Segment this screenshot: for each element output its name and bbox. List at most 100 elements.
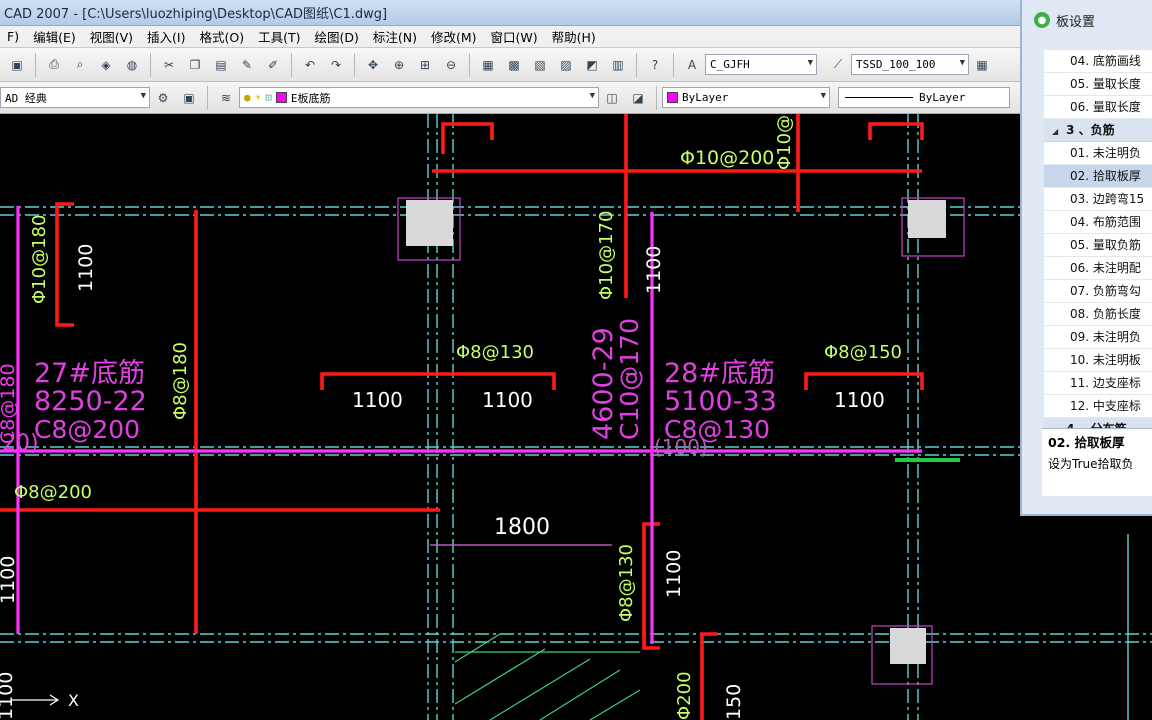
toolbar-separator <box>207 85 208 110</box>
tree-group[interactable]: ◢ 3 、负筋 <box>1044 119 1152 142</box>
paste-icon[interactable]: ▤ <box>210 54 232 76</box>
drawing-canvas[interactable]: Φ10@200 Φ10@ Φ10@180 1100 C8@180 Φ8@180 … <box>0 114 1152 720</box>
menu-draw[interactable]: 绘图(D) <box>307 27 365 46</box>
tree-item[interactable]: 06. 未注明配 <box>1044 257 1152 280</box>
tree-item[interactable]: 05. 量取负筋 <box>1044 234 1152 257</box>
save-icon[interactable]: ▣ <box>6 54 28 76</box>
layer-previous-icon[interactable]: ◪ <box>627 87 649 109</box>
customize-icon[interactable]: ▣ <box>178 87 200 109</box>
tree-item[interactable]: 02. 拾取板厚 <box>1044 165 1152 188</box>
rebar-label: Φ8@130 <box>616 544 637 622</box>
panel-title-bar: ● 板设置 <box>1022 0 1152 40</box>
layers-toolbar: AD 经典 ▼ ⚙ ▣ ≋ ● ☀ ⊡ E板底筋 ▼ ◫ ◪ ByLayer ▼… <box>0 82 1020 114</box>
column <box>890 628 926 664</box>
tree-item[interactable]: 05. 量取长度 <box>1044 73 1152 96</box>
color-swatch <box>667 92 678 103</box>
table-style-icon[interactable]: ▦ <box>971 54 993 76</box>
cad-drawing[interactable]: Φ10@200 Φ10@ Φ10@180 1100 C8@180 Φ8@180 … <box>0 114 1152 720</box>
print-preview-icon[interactable]: ⌕ <box>69 54 91 76</box>
menu-insert[interactable]: 插入(I) <box>140 27 192 46</box>
menu-window[interactable]: 窗口(W) <box>484 27 545 46</box>
slab-label: 8250-22 <box>34 386 147 417</box>
dimension-label: 1100 <box>0 556 19 604</box>
cut-icon[interactable]: ✂ <box>158 54 180 76</box>
dimension-label: 1100 <box>643 246 665 294</box>
color-value: ByLayer <box>682 91 729 104</box>
tree-item[interactable]: 01. 未注明负 <box>1044 142 1152 165</box>
dimension-label: 1100 <box>482 388 533 412</box>
tree-item[interactable]: 10. 未注明板 <box>1044 349 1152 372</box>
calculator-icon[interactable]: ▥ <box>607 54 629 76</box>
chevron-down-icon[interactable]: ▼ <box>590 91 595 101</box>
brush-icon[interactable]: ✐ <box>262 54 284 76</box>
panel-title: 板设置 <box>1056 14 1096 30</box>
menu-edit[interactable]: 编辑(E) <box>26 27 83 46</box>
markup-icon[interactable]: ◩ <box>581 54 603 76</box>
rebar-label: Φ8@200 <box>14 482 92 503</box>
chevron-down-icon[interactable]: ▼ <box>141 91 146 101</box>
menu-help[interactable]: 帮助(H) <box>545 27 603 46</box>
tree-item[interactable]: 04. 底筋画线 <box>1044 50 1152 73</box>
print-icon[interactable]: ⎙ <box>43 54 65 76</box>
linetype-value: ByLayer <box>919 91 966 104</box>
column <box>908 200 946 238</box>
design-center-icon[interactable]: ▩ <box>503 54 525 76</box>
menu-view[interactable]: 视图(V) <box>83 27 140 46</box>
slab-label: 28#底筋 <box>664 358 775 389</box>
toolbar-separator <box>673 52 674 77</box>
workspace-settings-icon[interactable]: ⚙ <box>152 87 174 109</box>
tree-item[interactable]: 08. 负筋长度 <box>1044 303 1152 326</box>
collapse-triangle-icon[interactable]: ◢ <box>1052 127 1058 136</box>
pan-icon[interactable]: ✥ <box>362 54 384 76</box>
color-combo[interactable]: ByLayer ▼ <box>662 87 830 108</box>
dim-style-combo[interactable]: TSSD_100_100 ▼ <box>851 54 969 75</box>
tree-item[interactable]: 03. 边跨弯15 <box>1044 188 1152 211</box>
app-logo-icon: ● <box>1034 12 1050 28</box>
text-style-combo[interactable]: C_GJFH ▼ <box>705 54 817 75</box>
tree-item[interactable]: 11. 边支座标 <box>1044 372 1152 395</box>
linetype-combo[interactable]: ByLayer <box>838 87 1010 108</box>
tree-item[interactable]: 09. 未注明负 <box>1044 326 1152 349</box>
zoom-previous-icon[interactable]: ⊖ <box>440 54 462 76</box>
tree-item[interactable]: 12. 中支座标 <box>1044 395 1152 418</box>
sheet-set-icon[interactable]: ▨ <box>555 54 577 76</box>
description-text: 设为True拾取负 <box>1048 457 1134 471</box>
publish-icon[interactable]: ◈ <box>95 54 117 76</box>
zoom-window-icon[interactable]: ⊞ <box>414 54 436 76</box>
tool-palettes-icon[interactable]: ▧ <box>529 54 551 76</box>
chevron-down-icon[interactable]: ▼ <box>821 91 826 101</box>
hatch-area <box>454 633 641 720</box>
current-layer-value: E板底筋 <box>290 91 331 105</box>
tree-item[interactable]: 04. 布筋范围 <box>1044 211 1152 234</box>
layer-color-swatch <box>275 92 287 103</box>
tree-item[interactable]: 06. 量取长度 <box>1044 96 1152 119</box>
make-current-icon[interactable]: ◫ <box>601 87 623 109</box>
menu-format[interactable]: 格式(O) <box>193 27 252 46</box>
workspace-combo[interactable]: AD 经典 ▼ <box>0 87 150 108</box>
menu-modify[interactable]: 修改(M) <box>424 27 484 46</box>
match-properties-icon[interactable]: ✎ <box>236 54 258 76</box>
tree-item[interactable]: 07. 负筋弯勾 <box>1044 280 1152 303</box>
dimension-label: 1100 <box>834 388 885 412</box>
zoom-realtime-icon[interactable]: ⊕ <box>388 54 410 76</box>
rebar-label: Φ8@150 <box>824 342 902 363</box>
menu-file[interactable]: F) <box>0 29 26 44</box>
help-icon[interactable]: ? <box>644 54 666 76</box>
hatch-line <box>589 689 641 720</box>
dimension-label: 1100 <box>75 244 97 292</box>
menu-dimension[interactable]: 标注(N) <box>366 27 424 46</box>
chevron-down-icon[interactable]: ▼ <box>960 58 965 68</box>
rebar-label: Φ10@180 <box>29 215 50 304</box>
globe-icon[interactable]: ◍ <box>121 54 143 76</box>
redo-icon[interactable]: ↷ <box>325 54 347 76</box>
copy-icon[interactable]: ❐ <box>184 54 206 76</box>
menu-tools[interactable]: 工具(T) <box>251 27 307 46</box>
undo-icon[interactable]: ↶ <box>299 54 321 76</box>
layer-combo[interactable]: ● ☀ ⊡ E板底筋 ▼ <box>239 87 599 108</box>
settings-tree[interactable]: 04. 底筋画线 05. 量取长度 06. 量取长度 ◢ 3 、负筋 01. 未注明负 02… <box>1044 50 1152 464</box>
chevron-down-icon[interactable]: ▼ <box>808 58 813 68</box>
dim-style-value: TSSD_100_100 <box>856 58 936 71</box>
properties-icon[interactable]: ▦ <box>477 54 499 76</box>
layer-manager-icon[interactable]: ≋ <box>215 87 237 109</box>
window-title: CAD 2007 - [C:\Users\luozhiping\Desktop\… <box>4 7 388 22</box>
